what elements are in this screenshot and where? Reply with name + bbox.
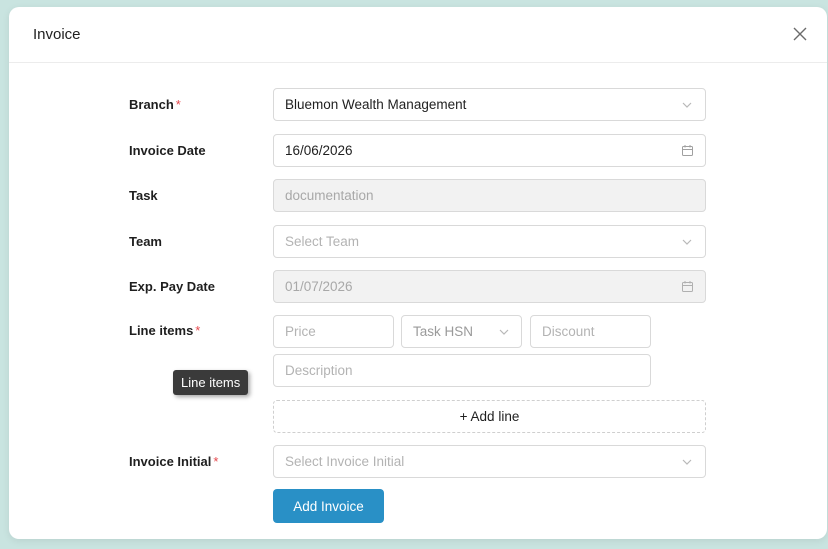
task-row: Task documentation <box>9 179 827 213</box>
task-value: documentation <box>285 188 374 203</box>
team-label: Team <box>129 234 162 249</box>
team-row: Team Select Team <box>9 225 827 259</box>
close-button[interactable] <box>789 23 811 45</box>
team-select[interactable]: Select Team <box>273 225 706 258</box>
price-input[interactable]: Price <box>273 315 394 348</box>
invoice-date-row: Invoice Date 16/06/2026 <box>9 134 827 168</box>
discount-input[interactable]: Discount <box>530 315 651 348</box>
exp-pay-date-picker: 01/07/2026 <box>273 270 706 303</box>
add-invoice-button[interactable]: Add Invoice <box>273 489 384 523</box>
calendar-icon <box>680 280 694 294</box>
invoice-initial-row: Invoice Initial * Select Invoice Initial <box>9 445 827 479</box>
invoice-initial-label: Invoice Initial * <box>129 454 219 469</box>
task-hsn-select[interactable]: Task HSN <box>401 315 522 348</box>
chevron-down-icon <box>498 326 510 338</box>
chevron-down-icon <box>680 455 694 469</box>
line-items-label: Line items * <box>129 323 201 338</box>
invoice-date-label: Invoice Date <box>129 143 206 158</box>
invoice-modal: Invoice Branch * Bluemon Wealth Managemen… <box>9 7 827 539</box>
calendar-icon <box>680 144 694 158</box>
required-mark: * <box>195 323 201 338</box>
exp-pay-date-label: Exp. Pay Date <box>129 279 215 294</box>
exp-pay-date-row: Exp. Pay Date 01/07/2026 <box>9 270 827 304</box>
branch-value: Bluemon Wealth Management <box>285 97 467 112</box>
discount-placeholder: Discount <box>542 324 595 339</box>
close-icon <box>793 27 807 41</box>
branch-label: Branch * <box>129 97 181 112</box>
invoice-initial-select[interactable]: Select Invoice Initial <box>273 445 706 478</box>
required-mark: * <box>175 97 181 112</box>
price-placeholder: Price <box>285 324 316 339</box>
task-label: Task <box>129 188 158 203</box>
branch-row: Branch * Bluemon Wealth Management <box>9 88 827 122</box>
chevron-down-icon <box>680 98 694 112</box>
invoice-date-picker[interactable]: 16/06/2026 <box>273 134 706 167</box>
exp-pay-date-value: 01/07/2026 <box>285 279 353 294</box>
team-placeholder: Select Team <box>285 234 360 249</box>
task-hsn-placeholder: Task HSN <box>413 324 474 339</box>
modal-title: Invoice <box>33 26 81 43</box>
add-line-button[interactable]: + Add line <box>273 400 706 433</box>
task-input: documentation <box>273 179 706 212</box>
invoice-date-value: 16/06/2026 <box>285 143 353 158</box>
line-items-tooltip: Line items <box>173 370 249 395</box>
required-mark: * <box>213 454 219 469</box>
modal-header: Invoice <box>9 7 827 63</box>
invoice-initial-placeholder: Select Invoice Initial <box>285 454 405 469</box>
branch-select[interactable]: Bluemon Wealth Management <box>273 88 706 121</box>
chevron-down-icon <box>680 235 694 249</box>
line-items-row: Line items * Price Task HSN Discount <box>9 315 827 349</box>
description-placeholder: Description <box>285 363 353 378</box>
description-input[interactable]: Description <box>273 354 651 387</box>
